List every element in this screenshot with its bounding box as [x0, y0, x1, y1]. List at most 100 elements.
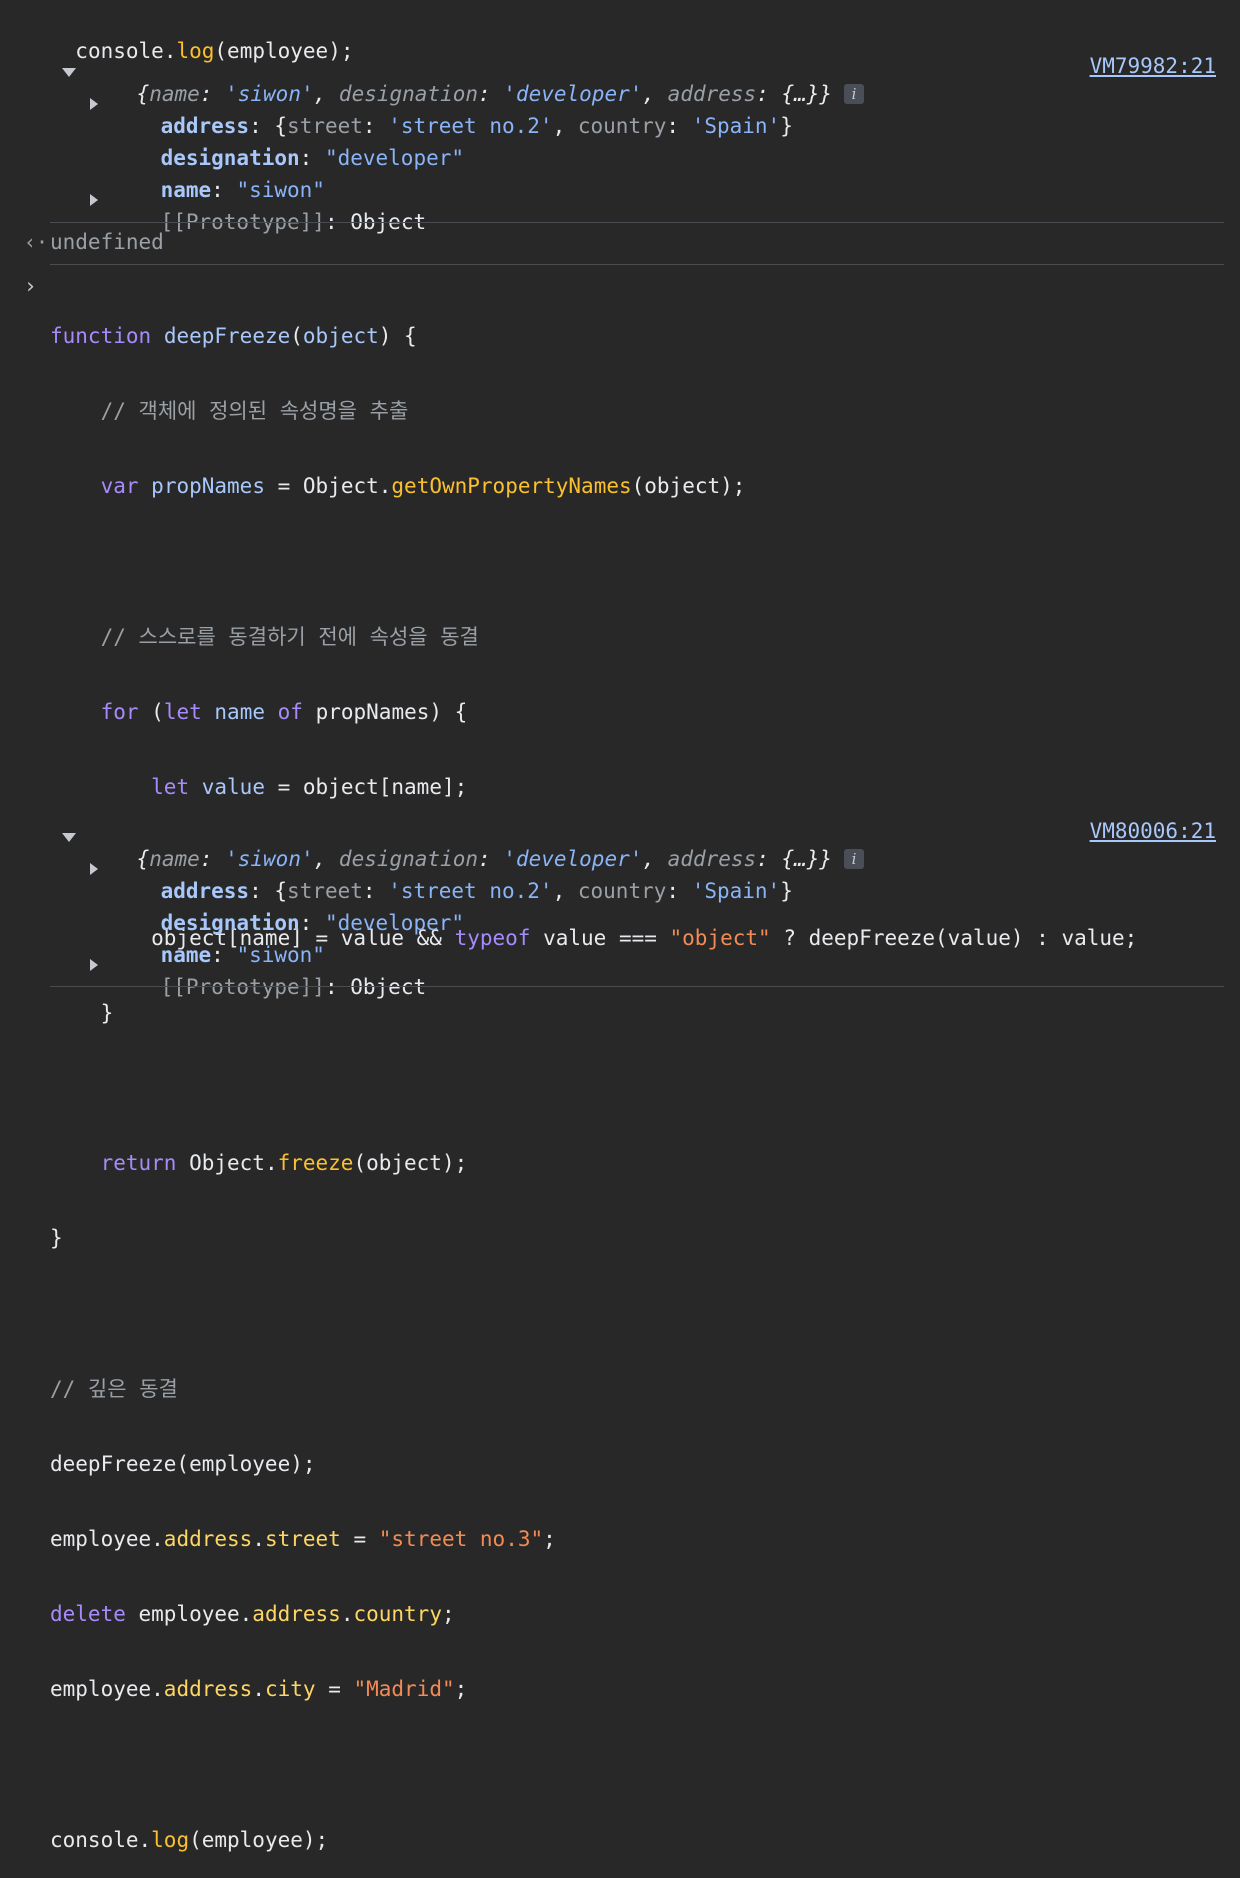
code-token: .	[252, 1527, 265, 1551]
code-line: // 스스로를 동결하기 전에 속성을 동결	[50, 624, 479, 649]
code-token: "street no.3"	[378, 1527, 544, 1551]
expand-triangle-icon[interactable]	[90, 959, 98, 971]
code-token: let	[151, 775, 190, 800]
expand-triangle-icon[interactable]	[62, 833, 76, 842]
prop-token: }	[780, 879, 793, 903]
expand-triangle-icon[interactable]	[62, 68, 76, 77]
code-token: ? deepFreeze(value) : value;	[770, 925, 1138, 950]
code-token: = Object.	[264, 474, 392, 499]
code-token: value	[201, 775, 265, 800]
code-token: =	[340, 1527, 379, 1551]
code-token: ;	[454, 1677, 468, 1702]
code-token: .	[252, 1677, 265, 1702]
code-token: ;	[543, 1527, 556, 1551]
code-token: = object[name];	[264, 775, 468, 800]
prop-sep: ,	[552, 879, 578, 903]
code-token: employee.	[50, 1527, 164, 1551]
summary-token: }	[819, 82, 833, 106]
code-token: address	[163, 1527, 253, 1551]
code-token: employee.	[50, 1677, 164, 1702]
code-line: let value = object[name];	[50, 775, 1137, 800]
prop-token: }	[780, 114, 793, 138]
info-icon[interactable]: i	[844, 849, 865, 869]
code-line: function deepFreeze(object) {	[50, 324, 1137, 349]
code-token: (employee);	[189, 1827, 329, 1852]
code-token: employee.	[125, 1602, 253, 1627]
code-token: object	[302, 324, 379, 348]
prop-sep: ,	[552, 114, 578, 138]
prop-value: "developer"	[324, 146, 465, 170]
code-token: ) {	[378, 324, 417, 348]
code-token: street	[264, 1527, 341, 1551]
prop-prototype[interactable]: [[Prototype]]: Object	[110, 951, 427, 1023]
code-token: console.	[50, 1827, 152, 1852]
code-token: log	[151, 1827, 190, 1852]
divider	[50, 986, 1224, 987]
info-icon[interactable]: i	[844, 84, 865, 104]
code-token: (	[290, 324, 303, 348]
code-token: (object);	[353, 1151, 468, 1176]
code-line: deepFreeze(employee);	[50, 1451, 316, 1476]
code-token: for	[100, 699, 139, 724]
source-link[interactable]: VM79982:21	[1090, 54, 1216, 78]
prop-value: "developer"	[324, 911, 465, 935]
code-token: Object.	[176, 1151, 278, 1176]
prop-sep: :	[324, 975, 351, 999]
code-token: var	[100, 474, 139, 499]
expand-triangle-icon[interactable]	[90, 98, 98, 110]
code-token: name	[214, 699, 265, 724]
code-token: (object);	[631, 474, 746, 499]
code-line: return Object.freeze(object);	[50, 1151, 1137, 1176]
code-token: freeze	[277, 1151, 354, 1176]
summary-token: }	[819, 847, 833, 871]
prop-sep: :	[666, 879, 692, 903]
code-token: "object"	[669, 925, 771, 950]
code-token: .	[340, 1602, 354, 1627]
prop-value: 'Spain'	[691, 114, 781, 138]
expand-triangle-icon[interactable]	[90, 194, 98, 206]
code-token: typeof	[454, 925, 531, 950]
code-token: delete	[50, 1602, 126, 1627]
prop-key: country	[577, 114, 667, 138]
code-token: country	[353, 1602, 442, 1627]
code-token: propNames) {	[302, 699, 468, 724]
code-line: // 객체에 정의된 속성명을 추출	[50, 399, 409, 424]
return-value: undefined	[50, 230, 164, 254]
code-line: // 깊은 동결	[50, 1376, 178, 1401]
divider	[50, 264, 1224, 265]
prop-value: 'Spain'	[691, 879, 781, 903]
code-line: var propNames = Object.getOwnPropertyNam…	[50, 474, 1137, 499]
prop-key: [[Prototype]]	[160, 975, 325, 999]
code-token: address	[252, 1602, 341, 1627]
code-token: ;	[441, 1602, 455, 1627]
return-arrow-icon: ‹·	[24, 230, 49, 254]
code-token: deepFreeze	[163, 324, 291, 348]
code-token: (	[138, 699, 164, 724]
code-block[interactable]: function deepFreeze(object) { // 객체에 정의된…	[50, 274, 1137, 1878]
source-link[interactable]: VM80006:21	[1090, 819, 1216, 843]
code-line: console.log(employee);	[50, 1828, 1137, 1853]
code-token: city	[264, 1677, 316, 1702]
code-token: "Madrid"	[353, 1677, 455, 1702]
divider	[50, 222, 1224, 223]
code-line: delete employee.address.country;	[50, 1602, 1137, 1627]
prop-sep: :	[666, 114, 692, 138]
code-token: let	[163, 699, 202, 724]
code-token: propNames	[151, 474, 265, 499]
code-token: value ===	[530, 925, 670, 950]
code-token: =	[315, 1677, 354, 1702]
code-token: of	[277, 699, 303, 724]
input-prompt-icon: ›	[24, 274, 37, 298]
expand-triangle-icon[interactable]	[90, 863, 98, 875]
code-line: employee.address.city = "Madrid";	[50, 1677, 1137, 1702]
